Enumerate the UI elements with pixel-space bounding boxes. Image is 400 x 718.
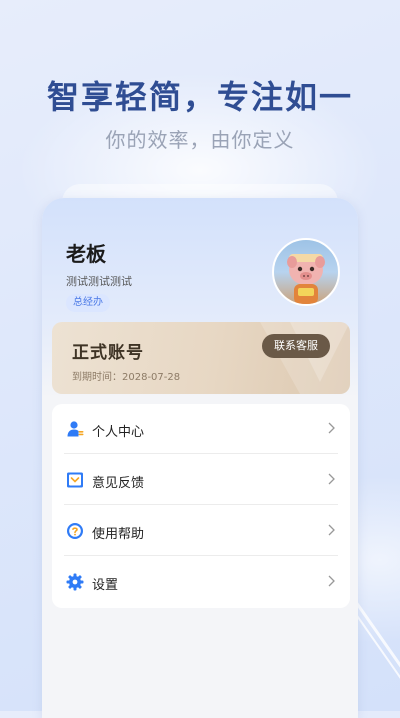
person-icon	[67, 421, 84, 437]
account-card: 正式账号 到期时间：2028-07-28 联系客服	[52, 322, 350, 394]
menu-list: 个人中心 意见反馈 使用帮助 设置	[52, 404, 350, 608]
chevron-right-icon	[328, 575, 335, 587]
menu-item-feedback[interactable]: 意见反馈	[52, 455, 350, 505]
phone-preview: 老板 测试测试测试 总经办 正式账号 到期时间：2028-07-28 联系客服	[42, 198, 358, 718]
menu-item-label: 设置	[92, 578, 119, 593]
account-expire-date: 到期时间：2028-07-28	[72, 372, 181, 383]
chevron-right-icon	[328, 473, 335, 485]
avatar-character-icon	[287, 254, 325, 304]
menu-item-label: 使用帮助	[92, 527, 145, 542]
hero-title: 智享轻简，专注如一	[46, 78, 353, 116]
account-type-title: 正式账号	[72, 343, 144, 363]
menu-item-label: 个人中心	[92, 425, 145, 440]
role-badge: 总经办	[66, 294, 110, 312]
menu-item-settings[interactable]: 设置	[52, 557, 350, 607]
user-name: 老板	[66, 242, 106, 266]
chevron-right-icon	[328, 422, 335, 434]
user-description: 测试测试测试	[66, 275, 132, 288]
menu-item-personal-center[interactable]: 个人中心	[52, 404, 350, 454]
chevron-right-icon	[328, 524, 335, 536]
avatar[interactable]	[272, 238, 340, 306]
hero-subtitle: 你的效率，由你定义	[105, 128, 295, 152]
divider	[64, 453, 338, 454]
menu-item-help[interactable]: 使用帮助	[52, 506, 350, 556]
divider	[64, 504, 338, 505]
account-card-decoration	[260, 322, 350, 394]
menu-item-label: 意见反馈	[92, 476, 145, 491]
feedback-icon	[67, 472, 83, 488]
contact-support-button[interactable]: 联系客服	[262, 334, 330, 358]
gear-icon	[66, 573, 84, 591]
divider	[64, 555, 338, 556]
help-icon	[67, 523, 83, 539]
